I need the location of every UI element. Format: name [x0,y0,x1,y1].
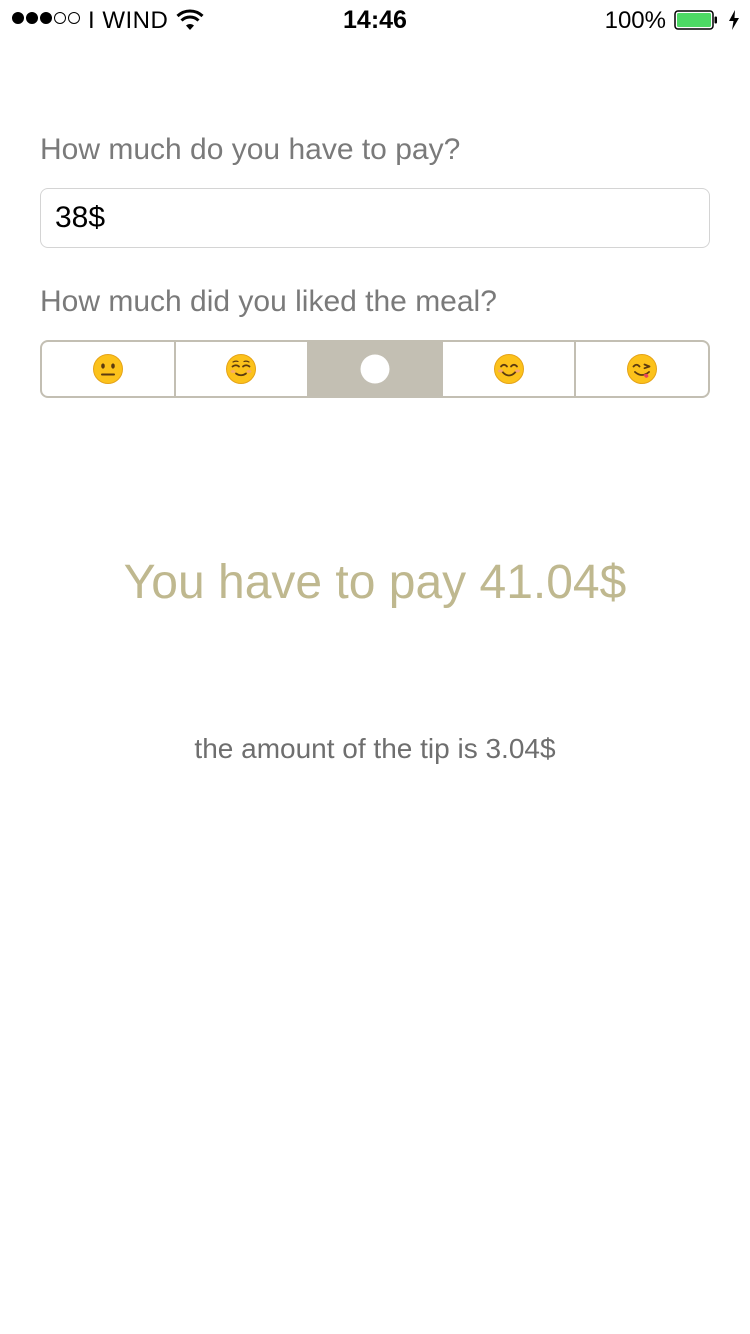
amount-input[interactable] [40,188,710,248]
charging-bolt-icon [729,10,739,30]
relieved-face-icon [226,354,257,384]
smiling-face-icon [493,354,524,384]
rating-option-neutral[interactable] [42,342,176,396]
status-bar: I WIND 14:46 100% [0,0,750,40]
total-amount-text: You have to pay 41.04$ [123,556,627,609]
battery-icon [674,10,717,30]
rating-question-label: How much did you liked the meal? [40,285,497,318]
neutral-face-icon [92,354,123,384]
yummy-face-icon [627,354,658,384]
rating-option-yummy[interactable] [576,342,708,396]
rating-option-selected[interactable] [309,342,443,396]
rating-option-relieved[interactable] [176,342,310,396]
amount-question-label: How much do you have to pay? [40,133,461,166]
meal-rating-segmented-control [40,340,710,398]
rating-option-smiling[interactable] [443,342,577,396]
selected-indicator-icon [360,354,390,384]
tip-amount-text: the amount of the tip is 3.04$ [194,733,556,764]
battery-percentage: 100% [604,7,666,34]
